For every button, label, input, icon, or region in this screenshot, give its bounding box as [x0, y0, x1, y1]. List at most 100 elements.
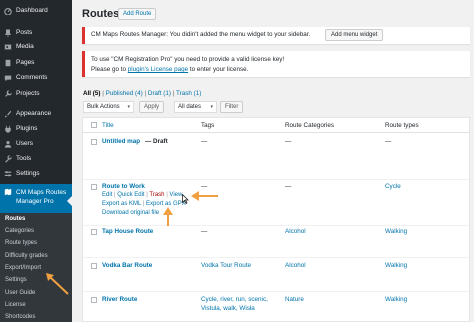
menu-item-label: Settings — [16, 170, 40, 177]
menu-item-tools[interactable]: Tools — [0, 151, 72, 166]
row-types[interactable]: Walking — [385, 228, 407, 235]
row-checkbox[interactable] — [91, 297, 97, 303]
row-checkbox[interactable] — [91, 184, 97, 190]
row-tags: — — [201, 138, 208, 145]
submenu-item-settings[interactable]: Settings — [5, 277, 27, 283]
comment-icon — [4, 74, 12, 82]
chevron-down-icon: ▾ — [210, 104, 213, 110]
submenu-item-user-guide[interactable]: User Guide — [5, 290, 35, 296]
filter-separator: | — [102, 90, 104, 97]
row-checkbox[interactable] — [91, 263, 97, 269]
view-action[interactable]: View — [169, 192, 182, 198]
edit-action[interactable]: Edit — [102, 192, 112, 198]
filter-button[interactable]: Filter — [220, 101, 244, 113]
menu-item-label: Posts — [16, 29, 33, 36]
submenu: Routes Categories Route types Difficulty… — [0, 213, 72, 322]
action-separator: | — [142, 201, 145, 207]
filter-draft[interactable]: Draft (1) — [148, 90, 171, 97]
filter-separator: | — [172, 90, 175, 97]
download-original-action[interactable]: Download original file — [102, 210, 159, 216]
bulk-actions-select[interactable]: Bulk Actions ▾ — [83, 101, 134, 113]
row-categories[interactable]: Alcohol — [285, 262, 306, 269]
apply-button[interactable]: Apply — [139, 101, 165, 113]
wrench-icon — [4, 89, 12, 98]
notice-text: CM Maps Routes Manager: You didin't adde… — [91, 31, 311, 38]
submenu-item-export-import[interactable]: Export/Import — [5, 265, 41, 271]
menu-item-settings[interactable]: Settings — [0, 166, 72, 181]
menu-item-plugins[interactable]: Plugins — [0, 121, 72, 136]
table-header: Title Tags Route Categories Route types — [83, 118, 469, 133]
license-notice-line2: Please go to plugin's License page to en… — [91, 66, 248, 73]
add-menu-widget-button[interactable]: Add menu widget — [325, 29, 384, 41]
submenu-item-license[interactable]: License — [5, 302, 26, 308]
menu-item-label: Pages — [16, 59, 35, 66]
menu-item-cm-maps-routes[interactable]: CM Maps Routes Manager Pro — [0, 184, 72, 216]
filter-separator: | — [144, 90, 147, 97]
row-categories[interactable]: Alcohol — [285, 228, 306, 235]
row-actions-download: Download original file — [102, 210, 159, 216]
menu-item-label: CM Maps Routes Manager Pro — [16, 189, 67, 205]
export-kml-action[interactable]: Export as KML — [102, 201, 141, 207]
row-categories: — — [285, 183, 292, 190]
row-title-link[interactable]: River Route — [102, 296, 137, 303]
submenu-item-shortcodes[interactable]: Shortcodes — [5, 314, 35, 320]
chevron-down-icon: ▾ — [127, 104, 130, 110]
menu-item-dashboard[interactable]: Dashboard — [0, 3, 72, 18]
menu-item-label: Dashboard — [16, 7, 48, 14]
filter-trash[interactable]: Trash (1) — [176, 90, 201, 97]
quick-edit-action[interactable]: Quick Edit — [117, 192, 144, 198]
row-types[interactable]: Cycle — [385, 183, 401, 190]
row-post-state: — Draft — [145, 138, 168, 145]
row-tags[interactable]: Vodka Tour Route — [201, 262, 251, 269]
notice-license: To use "CM Registration Pro" you need to… — [82, 51, 470, 77]
user-icon — [4, 140, 12, 148]
annotation-arrow-view — [191, 191, 218, 201]
submenu-item-routes[interactable]: Routes — [5, 216, 25, 222]
row-title-link[interactable]: Route to Work — [102, 183, 145, 190]
select-all-checkbox[interactable] — [91, 122, 97, 128]
submenu-item-route-types[interactable]: Route types — [5, 240, 37, 246]
column-title[interactable]: Title — [102, 122, 114, 129]
action-separator: | — [114, 192, 116, 198]
license-page-link[interactable]: plugin's License page — [128, 66, 188, 73]
table-row: Route to Work — — Cycle Edit | Quick Edi… — [83, 180, 469, 226]
row-title-link[interactable]: Vodka Bar Route — [102, 262, 152, 269]
row-title-link[interactable]: Untitled map — [102, 138, 140, 145]
date-filter-select[interactable]: All dates ▾ — [174, 101, 217, 113]
table-row: Tap House Route — Alcohol Walking — [83, 226, 469, 258]
row-tags-line2[interactable]: Vistula, walk, Wisła — [201, 305, 255, 312]
menu-item-users[interactable]: Users — [0, 136, 72, 151]
filter-published[interactable]: Published (4) — [106, 90, 143, 97]
main-content: Routes Add Route CM Maps Routes Manager:… — [72, 0, 474, 322]
row-checkbox[interactable] — [91, 229, 97, 235]
tools-icon — [4, 154, 12, 163]
row-checkbox[interactable] — [91, 139, 97, 145]
menu-item-appearance[interactable]: Appearance — [0, 106, 72, 121]
plugin-icon — [4, 125, 12, 133]
menu-item-projects[interactable]: Projects — [0, 86, 72, 101]
menu-item-posts[interactable]: Posts — [0, 25, 72, 40]
submenu-item-difficulty-grades[interactable]: Difficulty grades — [5, 253, 48, 259]
row-types[interactable]: Walking — [385, 262, 407, 269]
submenu-item-categories[interactable]: Categories — [5, 228, 34, 234]
menu-item-comments[interactable]: Comments — [0, 70, 72, 85]
settings-icon — [4, 170, 12, 178]
row-title-link[interactable]: Tap House Route — [102, 228, 153, 235]
menu-item-media[interactable]: Media — [0, 39, 72, 54]
menu-item-label: Plugins — [16, 125, 38, 132]
row-types[interactable]: Walking — [385, 296, 407, 303]
table-row: Vodka Bar Route Vodka Tour Route Alcohol… — [83, 258, 469, 292]
menu-item-pages[interactable]: Pages — [0, 55, 72, 70]
row-categories: — — [285, 138, 292, 145]
row-actions: Edit | Quick Edit | Trash | View — [102, 192, 182, 198]
row-tags[interactable]: Cycle, river, run, scenic, — [201, 296, 268, 303]
row-categories[interactable]: Nature — [285, 296, 304, 303]
filter-all[interactable]: All (5) — [83, 90, 101, 97]
row-types: — — [385, 138, 392, 145]
trash-action[interactable]: Trash — [149, 192, 164, 198]
add-route-button[interactable]: Add Route — [118, 8, 157, 20]
action-separator: | — [166, 192, 168, 198]
date-filter-label: All dates — [178, 104, 202, 110]
status-filters: All (5) | Published (4) | Draft (1) | Tr… — [83, 90, 201, 97]
pin-icon — [4, 28, 12, 37]
